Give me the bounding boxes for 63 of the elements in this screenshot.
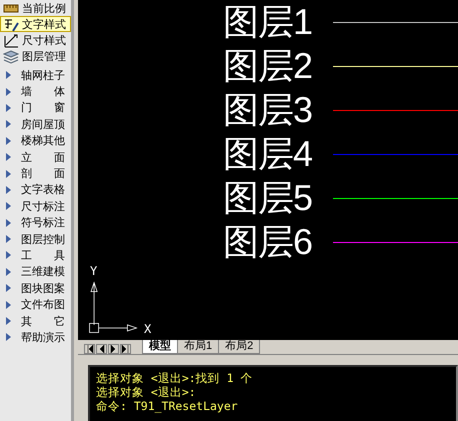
sidebar-item-label: 房间屋顶: [21, 118, 65, 132]
sidebar-item-label: 图层管理: [22, 50, 66, 64]
sidebar-item[interactable]: 图层管理: [0, 48, 71, 64]
last-tab-icon[interactable]: [120, 344, 131, 354]
sidebar-item-label: 门 窗: [21, 100, 65, 116]
sidebar-item[interactable]: 轴网柱子: [0, 67, 71, 84]
sidebar-item[interactable]: 尺寸标注: [0, 198, 71, 215]
sidebar-item-label: 文字表格: [21, 182, 65, 198]
previous-tab-icon[interactable]: [96, 344, 107, 354]
text-pen-icon: [3, 16, 19, 32]
sidebar-item-label: 轴网柱子: [21, 68, 65, 83]
sidebar-item[interactable]: 其 它: [0, 312, 71, 330]
sidebar-item[interactable]: 文字表格: [0, 182, 71, 198]
y-axis-label: Y: [89, 264, 98, 278]
next-tab-icon[interactable]: [108, 344, 119, 354]
first-tab-icon[interactable]: [84, 344, 95, 354]
sidebar-item[interactable]: 符号标注: [0, 214, 71, 231]
sidebar-item-label: 尺寸标注: [21, 200, 65, 214]
layer-label: 图层4: [223, 132, 314, 176]
layer-label: 图层5: [223, 176, 314, 220]
sidebar-item[interactable]: 楼梯其他: [0, 132, 71, 149]
sidebar-item-label: 剖 面: [21, 166, 65, 182]
sidebar-item[interactable]: 尺寸样式: [0, 32, 71, 48]
sidebar-item[interactable]: 门 窗: [0, 100, 71, 116]
sidebar-item[interactable]: 剖 面: [0, 165, 71, 182]
sidebar-item[interactable]: 当前比例: [0, 0, 71, 16]
sidebar-item[interactable]: 房间屋顶: [0, 116, 71, 133]
sidebar-item-label: 立 面: [21, 150, 65, 165]
layout-tab[interactable]: 布局1: [177, 340, 220, 354]
layer-label: 图层1: [223, 0, 314, 44]
sidebar-item-label: 其 它: [21, 314, 65, 329]
sidebar-item-label: 帮助演示: [21, 330, 65, 345]
sidebar-item[interactable]: 三维建模: [0, 264, 71, 280]
layer-label: 图层2: [223, 44, 314, 88]
sidebar-item[interactable]: 文字样式: [0, 16, 71, 32]
sidebar-item-label: 当前比例: [22, 2, 66, 16]
sidebar-item-label: 三维建模: [21, 264, 65, 280]
layout-tab[interactable]: 布局2: [218, 340, 260, 354]
sidebar-item-label: 尺寸样式: [22, 34, 66, 48]
sidebar-item[interactable]: 工 具: [0, 247, 71, 264]
command-line-text: 命令: T91_TResetLayer: [96, 399, 239, 413]
sidebar-item-label: 文件布图: [21, 298, 65, 312]
dimension-icon: [3, 32, 19, 48]
sidebar-item[interactable]: 墙 体: [0, 83, 71, 100]
sidebar-item[interactable]: 立 面: [0, 148, 71, 166]
sidebar-item[interactable]: 图层控制: [0, 230, 71, 248]
layout-tab[interactable]: 模型: [142, 340, 178, 354]
sidebar-item[interactable]: 帮助演示: [0, 329, 71, 346]
layer-label: 图层6: [223, 220, 314, 264]
sidebar-item-label: 楼梯其他: [21, 134, 65, 148]
sidebar-item-label: 图层控制: [21, 232, 65, 247]
sidebar-item[interactable]: 文件布图: [0, 296, 71, 313]
sidebar-item-label: 文字样式: [22, 18, 66, 32]
sidebar-item-label: 工 具: [21, 249, 65, 263]
x-axis-label: X: [144, 322, 152, 336]
sidebar-item-label: 符号标注: [21, 216, 65, 230]
sidebar-item-label: 图块图案: [21, 282, 65, 296]
command-line-text: 选择对象 <退出>:找到 1 个: [96, 371, 254, 385]
command-line-text: 选择对象 <退出>:: [96, 385, 197, 399]
sidebar-item[interactable]: 图块图案: [0, 280, 71, 296]
layers-icon: [3, 48, 19, 64]
layer-label: 图层3: [223, 88, 314, 132]
sidebar-item-label: 墙 体: [21, 85, 65, 100]
